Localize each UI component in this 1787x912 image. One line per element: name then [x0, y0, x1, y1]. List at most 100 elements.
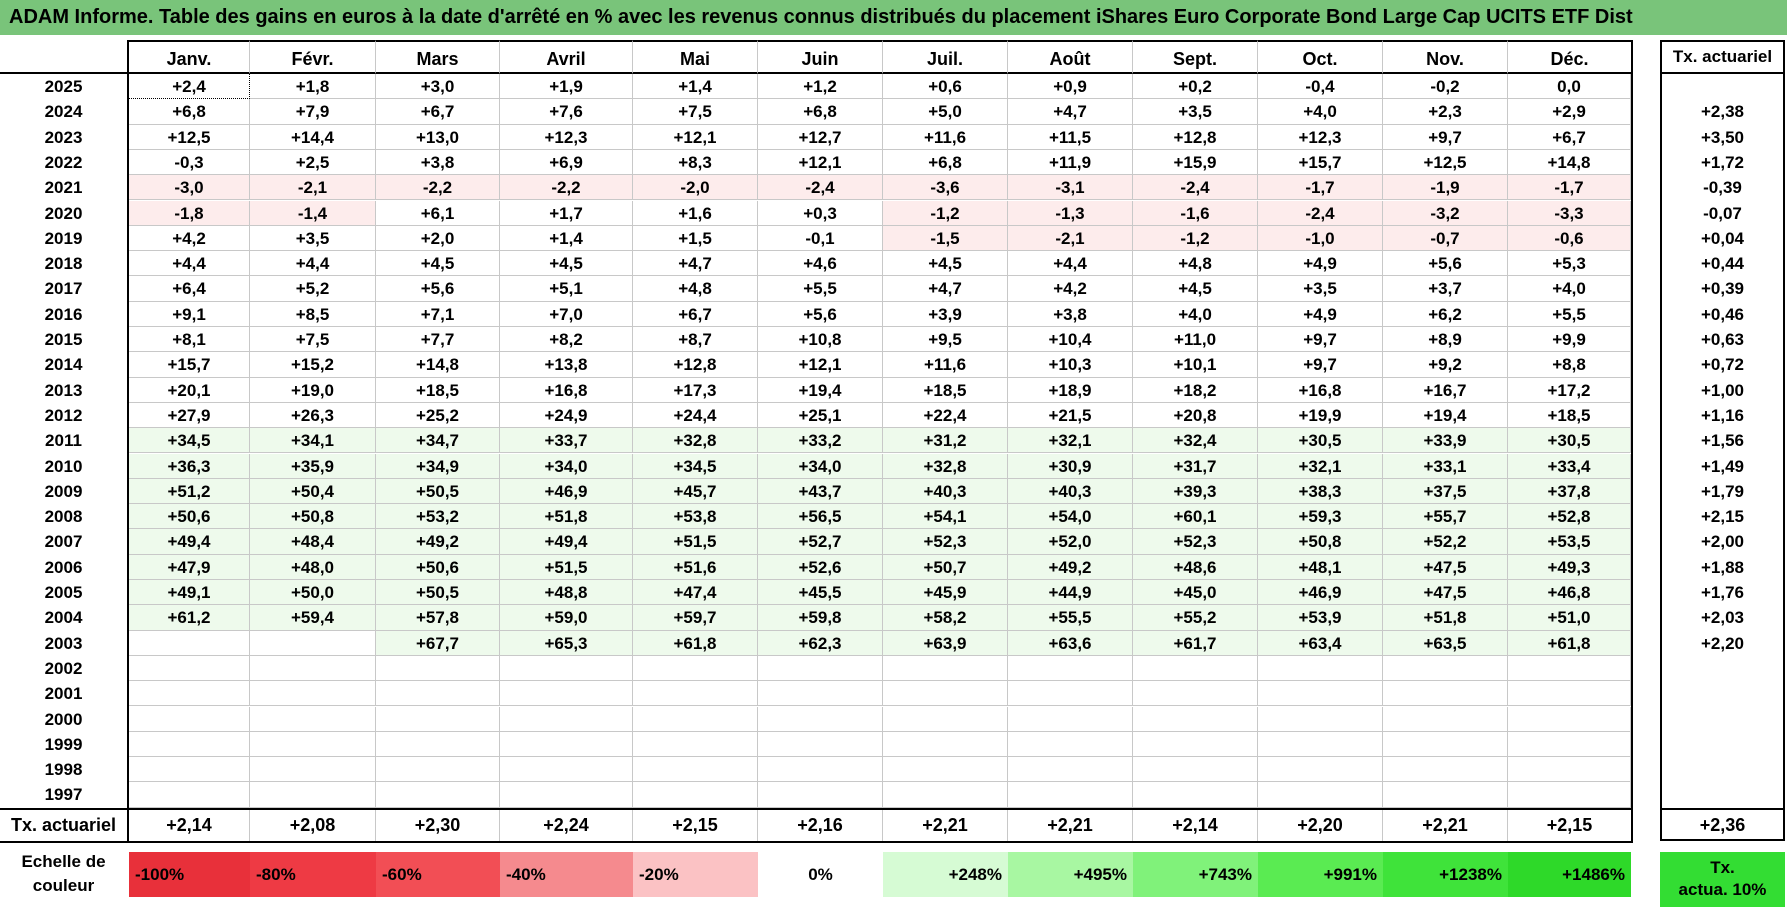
tx-cell: +2,20 — [1700, 633, 1744, 653]
table-cell: +5,3 — [1508, 251, 1631, 277]
table-cell: +34,1 — [250, 428, 376, 454]
table-cell: +12,3 — [500, 124, 633, 150]
year-label: 2010 — [44, 456, 83, 476]
table-cell: -1,8 — [129, 200, 250, 226]
table-cell: +3,8 — [1008, 301, 1133, 327]
table-cell — [250, 731, 376, 758]
tx-cell: +1,76 — [1700, 583, 1744, 602]
table-cell: +56,5 — [758, 504, 883, 530]
table-cell: -2,4 — [758, 175, 883, 201]
table-cell: +1,2 — [758, 74, 883, 100]
footer-value: +2,15 — [1546, 815, 1593, 835]
tx-cell: +0,46 — [1700, 304, 1744, 324]
color-scale-swatch: +495% — [1008, 852, 1133, 897]
year-label: 2005 — [44, 583, 83, 602]
table-cell: -3,0 — [129, 175, 250, 201]
table-cell: +11,9 — [1008, 149, 1133, 176]
tx-cell: +1,88 — [1700, 557, 1744, 577]
table-cell: +6,2 — [1383, 301, 1508, 327]
table-cell: +1,4 — [633, 74, 758, 100]
footer-value: +2,08 — [250, 810, 376, 841]
month-header: Nov. — [1383, 40, 1508, 74]
footer-value: +2,20 — [1258, 810, 1383, 841]
table-cell: +14,8 — [376, 352, 500, 378]
table-cell: +5,0 — [883, 99, 1008, 125]
table-cell: +4,9 — [1258, 301, 1383, 327]
month-header: Sept. — [1133, 40, 1258, 74]
table-cell: +37,5 — [1383, 478, 1508, 505]
table-cell: +10,4 — [1008, 327, 1133, 353]
year-label: 2012 — [44, 405, 83, 425]
table-cell: -2,0 — [633, 175, 758, 201]
year-label: 2011 — [45, 431, 82, 451]
table-cell: -3,1 — [1008, 175, 1133, 201]
table-cell: +45,7 — [633, 478, 758, 505]
table-cell: -1,2 — [883, 200, 1008, 226]
table-cell: +2,9 — [1508, 99, 1631, 125]
table-cell: +55,5 — [1008, 605, 1133, 631]
table-cell: -3,6 — [883, 175, 1008, 201]
table-cell: +58,2 — [883, 605, 1008, 631]
table-cell: +61,7 — [1133, 630, 1258, 656]
table-cell: +4,8 — [633, 276, 758, 302]
tx-cell: -0,39 — [1703, 178, 1742, 198]
table-cell — [1258, 782, 1383, 808]
table-cell: +63,4 — [1258, 630, 1383, 656]
table-cell: +65,3 — [500, 630, 633, 656]
year-label: 2000 — [44, 709, 83, 729]
year-label: 2008 — [44, 507, 83, 527]
table-cell — [883, 731, 1008, 758]
table-cell — [1008, 731, 1133, 758]
table-cell: +45,0 — [1133, 580, 1258, 606]
table-cell: +5,6 — [376, 276, 500, 302]
table-cell: +61,8 — [1508, 630, 1631, 656]
tx-cell: +0,04 — [1700, 228, 1744, 248]
tx-scale-swatch: Tx. actua. 10% — [1660, 852, 1785, 907]
table-cell: -0,4 — [1258, 74, 1383, 100]
table-cell: +1,4 — [500, 225, 633, 252]
table-cell: +33,7 — [500, 428, 633, 454]
table-cell: +4,5 — [1133, 276, 1258, 302]
table-cell: +49,3 — [1508, 554, 1631, 580]
month-header: Juil. — [883, 40, 1008, 74]
table-cell — [500, 655, 633, 682]
table-cell — [1383, 782, 1508, 808]
table-cell: +25,2 — [376, 402, 500, 429]
table-cell: +32,4 — [1133, 428, 1258, 454]
table-cell: +27,9 — [129, 402, 250, 429]
table-cell: +34,9 — [376, 453, 500, 479]
table-cell — [376, 681, 500, 707]
table-cell — [1258, 681, 1383, 707]
table-cell: +63,5 — [1383, 630, 1508, 656]
table-cell: +14,4 — [250, 124, 376, 150]
table-cell — [633, 655, 758, 682]
table-cell: +51,5 — [633, 529, 758, 555]
table-cell: +5,5 — [758, 276, 883, 302]
table-cell: +3,5 — [1258, 276, 1383, 302]
table-cell: +18,9 — [1008, 377, 1133, 403]
tx-cell: +1,49 — [1700, 456, 1744, 476]
tx-cell: +2,03 — [1700, 608, 1744, 628]
tx-cell: +1,56 — [1700, 431, 1744, 451]
table-cell: +63,9 — [883, 630, 1008, 656]
table-cell: +19,4 — [1383, 402, 1508, 429]
table-cell: +53,8 — [633, 504, 758, 530]
table-cell: +3,5 — [1133, 99, 1258, 125]
table-cell: +26,3 — [250, 402, 376, 429]
table-cell: +4,4 — [250, 251, 376, 277]
table-cell — [250, 757, 376, 783]
tx-cell: +2,00 — [1700, 532, 1744, 552]
table-cell: +9,1 — [129, 301, 250, 327]
table-cell: +57,8 — [376, 605, 500, 631]
table-cell: +61,8 — [633, 630, 758, 656]
table-cell — [1383, 757, 1508, 783]
table-cell — [883, 782, 1008, 808]
table-cell: +34,7 — [376, 428, 500, 454]
year-label: 1999 — [44, 734, 83, 754]
year-label: 2019 — [44, 228, 83, 248]
table-cell: -0,2 — [1383, 74, 1508, 100]
footer-value: +2,24 — [500, 810, 633, 841]
table-cell: +22,4 — [883, 402, 1008, 429]
table-cell: +52,7 — [758, 529, 883, 555]
table-cell: +0,6 — [883, 74, 1008, 100]
